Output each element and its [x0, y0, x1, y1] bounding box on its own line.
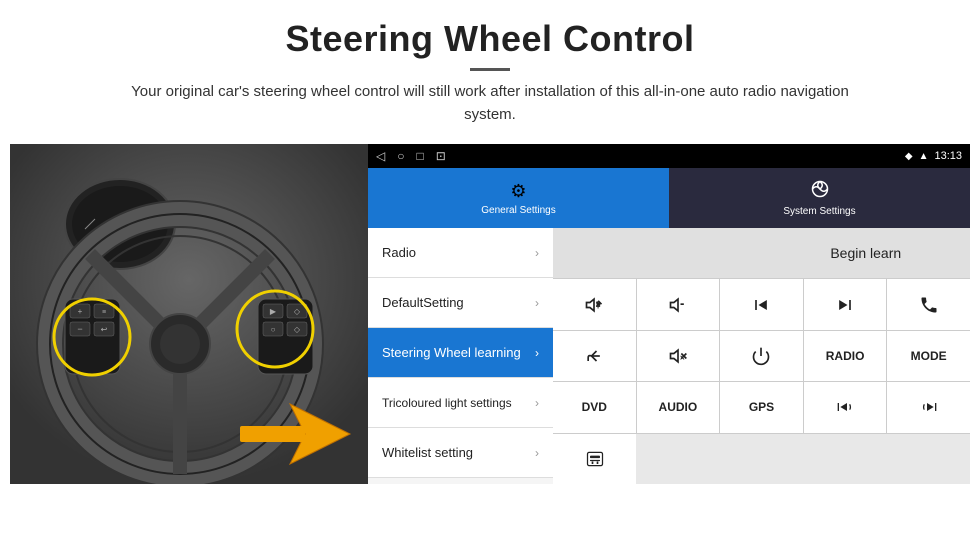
- menu-item-tricoloured[interactable]: Tricoloured light settings ›: [368, 378, 553, 428]
- status-bar: ◁ ○ □ ⊡ ◆ ▲ 13:13: [368, 144, 970, 168]
- svg-text:✕: ✕: [680, 355, 686, 362]
- steering-wheel-image: + ≡ − ↩ ▶ ◇ ○ ◇: [10, 144, 368, 484]
- menu-tricoloured-label: Tricoloured light settings: [382, 396, 512, 410]
- page-wrapper: Steering Wheel Control Your original car…: [0, 0, 980, 549]
- recent-nav-icon[interactable]: □: [416, 149, 423, 163]
- svg-text:▶: ▶: [270, 307, 277, 316]
- tab-system-label: System Settings: [783, 206, 855, 217]
- menu-whitelist-label: Whitelist setting: [382, 445, 473, 460]
- menu-steering-label: Steering Wheel learning: [382, 345, 521, 360]
- svg-text:+: +: [78, 307, 83, 316]
- page-title: Steering Wheel Control: [40, 18, 940, 60]
- system-settings-icon: [811, 180, 829, 203]
- menu-item-steering[interactable]: Steering Wheel learning ›: [368, 328, 553, 378]
- content-area: + ≡ − ↩ ▶ ◇ ○ ◇: [10, 144, 970, 484]
- next-button[interactable]: [804, 279, 888, 329]
- phone-prev-button[interactable]: [804, 382, 888, 432]
- tab-bar: ⚙ General Settings System Settings: [368, 168, 970, 228]
- menu-steering-chevron: ›: [535, 346, 539, 360]
- svg-text:↩: ↩: [101, 325, 108, 334]
- status-bar-right: ◆ ▲ 13:13: [905, 150, 962, 162]
- back-button[interactable]: [553, 331, 637, 381]
- menu-default-chevron: ›: [535, 296, 539, 310]
- phone-next-button[interactable]: [887, 382, 970, 432]
- controls-panel: Begin learn +: [553, 228, 970, 484]
- menu-tricoloured-chevron: ›: [535, 396, 539, 410]
- menu-item-radio[interactable]: Radio ›: [368, 228, 553, 278]
- svg-text:◇: ◇: [294, 307, 301, 316]
- wifi-icon: ▲: [919, 151, 929, 162]
- menu-item-whitelist[interactable]: Whitelist setting ›: [368, 428, 553, 478]
- audio-button[interactable]: AUDIO: [637, 382, 721, 432]
- mute-button[interactable]: ✕: [637, 331, 721, 381]
- android-panel: ◁ ○ □ ⊡ ◆ ▲ 13:13 ⚙ General Settings: [368, 144, 970, 484]
- subtitle: Your original car's steering wheel contr…: [110, 81, 870, 126]
- phone-button[interactable]: [887, 279, 970, 329]
- menu-radio-label: Radio: [382, 245, 416, 260]
- controls-row-4: DVD AUDIO GPS: [553, 382, 970, 433]
- controls-row-3: ✕ RADIO MODE: [553, 331, 970, 382]
- status-time: 13:13: [934, 150, 962, 162]
- svg-text:≡: ≡: [102, 309, 106, 316]
- location-icon: ◆: [905, 151, 913, 162]
- menu-panel: Radio › DefaultSetting › Steering Wheel …: [368, 228, 553, 484]
- home-nav-icon[interactable]: ○: [397, 149, 404, 163]
- power-button[interactable]: [720, 331, 804, 381]
- tab-system-settings[interactable]: System Settings: [669, 168, 970, 228]
- mode-button[interactable]: MODE: [887, 331, 970, 381]
- tab-general-settings[interactable]: ⚙ General Settings: [368, 168, 669, 228]
- controls-row-5: [553, 434, 970, 484]
- menu-item-default[interactable]: DefaultSetting ›: [368, 278, 553, 328]
- begin-learn-button[interactable]: Begin learn: [762, 228, 971, 278]
- menu-radio-chevron: ›: [535, 246, 539, 260]
- controls-row-2: +: [553, 279, 970, 330]
- gps-button[interactable]: GPS: [720, 382, 804, 432]
- svg-text:−: −: [77, 324, 82, 334]
- svg-text:○: ○: [271, 325, 276, 334]
- vol-up-button[interactable]: +: [553, 279, 637, 329]
- back-nav-icon[interactable]: ◁: [376, 149, 385, 163]
- svg-text:◇: ◇: [294, 325, 301, 334]
- vol-down-button[interactable]: [637, 279, 721, 329]
- menu-nav-icon[interactable]: ⊡: [436, 149, 446, 163]
- menu-default-label: DefaultSetting: [382, 295, 464, 310]
- menu-whitelist-chevron: ›: [535, 446, 539, 460]
- dvd-button[interactable]: DVD: [553, 382, 637, 432]
- tab-general-label: General Settings: [481, 205, 556, 216]
- status-bar-nav: ◁ ○ □ ⊡: [376, 149, 446, 163]
- usb-button[interactable]: [553, 434, 636, 484]
- radio-button[interactable]: RADIO: [804, 331, 888, 381]
- main-content: Radio › DefaultSetting › Steering Wheel …: [368, 228, 970, 484]
- header-section: Steering Wheel Control Your original car…: [0, 0, 980, 134]
- prev-button[interactable]: [720, 279, 804, 329]
- title-divider: [470, 68, 510, 71]
- general-settings-icon: ⚙: [510, 181, 526, 202]
- svg-text:+: +: [596, 301, 601, 311]
- controls-row-1: Begin learn: [553, 228, 970, 279]
- empty-cell-1: [553, 228, 762, 278]
